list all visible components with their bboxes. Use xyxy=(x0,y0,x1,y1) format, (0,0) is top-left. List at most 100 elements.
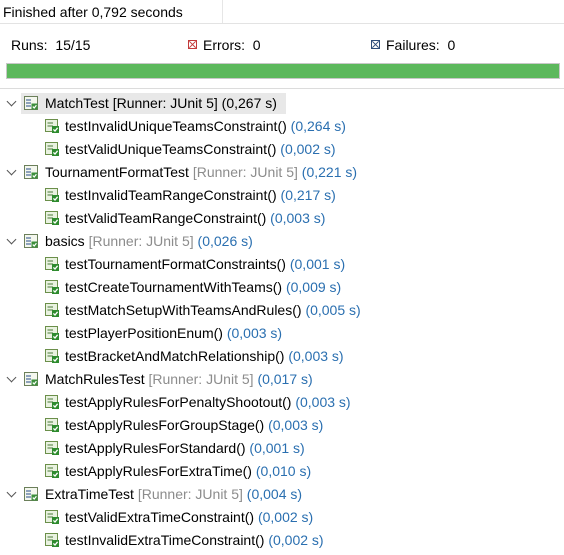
tree-test-row[interactable]: testInvalidTeamRangeConstraint() (0,217 … xyxy=(0,184,564,207)
tree-test-row[interactable]: testCreateTournamentWithTeams() (0,009 s… xyxy=(0,276,564,299)
test-passed-icon xyxy=(44,509,60,525)
progress-fill xyxy=(7,64,559,78)
tree-test-row[interactable]: testApplyRulesForStandard() (0,001 s) xyxy=(0,437,564,460)
test-label: testApplyRulesForExtraTime() (0,010 s) xyxy=(65,460,311,483)
test-time: (0,003 s) xyxy=(268,417,324,433)
suite-runner: [Runner: JUnit 5] xyxy=(192,164,298,180)
failure-icon xyxy=(371,40,380,49)
test-suite-passed-icon xyxy=(23,95,39,111)
test-suite-passed-icon xyxy=(23,486,39,502)
errors-counter: Errors: 0 xyxy=(188,35,261,55)
test-name: testTournamentFormatConstraints() xyxy=(65,256,286,272)
suite-name: basics xyxy=(45,233,85,249)
chevron-down-icon[interactable] xyxy=(5,161,17,184)
chevron-down-icon[interactable] xyxy=(5,483,17,506)
suite-runner: [Runner: JUnit 5] xyxy=(112,95,218,111)
chevron-down-icon[interactable] xyxy=(5,92,17,115)
suite-time: (0,026 s) xyxy=(197,233,253,249)
tree-test-row[interactable]: testValidTeamRangeConstraint() (0,003 s) xyxy=(0,207,564,230)
test-time: (0,005 s) xyxy=(305,302,361,318)
suite-runner: [Runner: JUnit 5] xyxy=(148,371,254,387)
test-passed-icon xyxy=(44,187,60,203)
tree-test-row[interactable]: testMatchSetupWithTeamsAndRules() (0,005… xyxy=(0,299,564,322)
tree-test-row[interactable]: testValidExtraTimeConstraint() (0,002 s) xyxy=(0,506,564,529)
chevron-down-icon[interactable] xyxy=(5,368,17,391)
test-passed-icon xyxy=(44,279,60,295)
test-time: (0,003 s) xyxy=(270,210,326,226)
test-label: testApplyRulesForGroupStage() (0,003 s) xyxy=(65,414,323,437)
test-passed-icon xyxy=(44,302,60,318)
test-suite-passed-icon xyxy=(23,164,39,180)
test-time: (0,001 s) xyxy=(249,440,305,456)
finished-message: Finished after 0,792 seconds xyxy=(3,4,183,20)
test-passed-icon xyxy=(44,348,60,364)
suite-name: MatchRulesTest xyxy=(45,371,145,387)
test-passed-icon xyxy=(44,463,60,479)
test-time: (0,009 s) xyxy=(285,279,342,295)
tree-suite-row[interactable]: basics [Runner: JUnit 5] (0,026 s) xyxy=(0,230,564,253)
test-name: testInvalidTeamRangeConstraint() xyxy=(65,187,277,203)
tree-test-row[interactable]: testTournamentFormatConstraints() (0,001… xyxy=(0,253,564,276)
test-passed-icon xyxy=(44,118,60,134)
test-tree[interactable]: MatchTest [Runner: JUnit 5] (0,267 s) tes… xyxy=(0,92,564,552)
tree-test-row[interactable]: testBracketAndMatchRelationship() (0,003… xyxy=(0,345,564,368)
counter-panel: Runs: 15/15 Errors: 0 Failures: 0 xyxy=(0,35,564,55)
errors-label: Errors: xyxy=(203,37,245,53)
test-passed-icon xyxy=(44,210,60,226)
test-passed-icon xyxy=(44,256,60,272)
test-label: testTournamentFormatConstraints() (0,001… xyxy=(65,253,345,276)
failures-counter: Failures: 0 xyxy=(371,35,455,55)
chevron-glyph xyxy=(6,165,16,176)
test-label: testCreateTournamentWithTeams() (0,009 s… xyxy=(65,276,341,299)
test-name: testApplyRulesForPenaltyShootout() xyxy=(65,394,292,410)
test-label: testPlayerPositionEnum() (0,003 s) xyxy=(65,322,282,345)
tree-test-row[interactable]: testValidUniqueTeamsConstraint() (0,002 … xyxy=(0,138,564,161)
test-label: testInvalidExtraTimeConstraint() (0,002 … xyxy=(65,529,324,552)
test-name: testCreateTournamentWithTeams() xyxy=(65,279,283,295)
test-time: (0,264 s) xyxy=(290,118,346,134)
chevron-glyph xyxy=(6,372,16,383)
suite-time: (0,004 s) xyxy=(246,486,303,502)
test-name: testApplyRulesForStandard() xyxy=(65,440,246,456)
tree-test-row[interactable]: testPlayerPositionEnum() (0,003 s) xyxy=(0,322,564,345)
test-label: testMatchSetupWithTeamsAndRules() (0,005… xyxy=(65,299,361,322)
tree-suite-row[interactable]: TournamentFormatTest [Runner: JUnit 5] (… xyxy=(0,161,564,184)
test-name: testValidUniqueTeamsConstraint() xyxy=(65,141,277,157)
failures-value: 0 xyxy=(447,37,456,53)
suite-runner: [Runner: JUnit 5] xyxy=(137,486,243,502)
tree-test-row[interactable]: testApplyRulesForPenaltyShootout() (0,00… xyxy=(0,391,564,414)
suite-label: MatchTest [Runner: JUnit 5] (0,267 s) xyxy=(45,92,277,115)
test-name: testValidExtraTimeConstraint() xyxy=(65,509,255,525)
test-time: (0,001 s) xyxy=(289,256,346,272)
suite-label: basics [Runner: JUnit 5] (0,026 s) xyxy=(45,230,253,253)
tree-suite-row[interactable]: ExtraTimeTest [Runner: JUnit 5] (0,004 s… xyxy=(0,483,564,506)
test-time: (0,002 s) xyxy=(280,141,336,157)
test-name: testValidTeamRangeConstraint() xyxy=(65,210,267,226)
tree-test-row[interactable]: testApplyRulesForGroupStage() (0,003 s) xyxy=(0,414,564,437)
suite-time: (0,267 s) xyxy=(221,95,277,111)
test-label: testInvalidUniqueTeamsConstraint() (0,26… xyxy=(65,115,346,138)
runs-value: 15/15 xyxy=(55,37,91,53)
test-label: testInvalidTeamRangeConstraint() (0,217 … xyxy=(65,184,336,207)
test-label: testValidTeamRangeConstraint() (0,003 s) xyxy=(65,207,325,230)
tree-test-row[interactable]: testInvalidExtraTimeConstraint() (0,002 … xyxy=(0,529,564,552)
chevron-glyph xyxy=(6,487,16,498)
suite-label: ExtraTimeTest [Runner: JUnit 5] (0,004 s… xyxy=(45,483,302,506)
tree-test-row[interactable]: testApplyRulesForExtraTime() (0,010 s) xyxy=(0,460,564,483)
test-label: testApplyRulesForPenaltyShootout() (0,00… xyxy=(65,391,351,414)
divider xyxy=(0,88,564,89)
tree-suite-row[interactable]: MatchRulesTest [Runner: JUnit 5] (0,017 … xyxy=(0,368,564,391)
test-time: (0,010 s) xyxy=(255,463,312,479)
test-passed-icon xyxy=(44,417,60,433)
errors-value: 0 xyxy=(252,37,261,53)
tree-test-row[interactable]: testInvalidUniqueTeamsConstraint() (0,26… xyxy=(0,115,564,138)
test-name: testMatchSetupWithTeamsAndRules() xyxy=(65,302,302,318)
test-time: (0,002 s) xyxy=(257,509,314,525)
test-label: testValidUniqueTeamsConstraint() (0,002 … xyxy=(65,138,336,161)
tree-suite-row[interactable]: MatchTest [Runner: JUnit 5] (0,267 s) xyxy=(0,92,564,115)
suite-label: MatchRulesTest [Runner: JUnit 5] (0,017 … xyxy=(45,368,313,391)
test-name: testBracketAndMatchRelationship() xyxy=(65,348,285,364)
chevron-down-icon[interactable] xyxy=(5,230,17,253)
test-passed-icon xyxy=(44,532,60,548)
test-name: testApplyRulesForGroupStage() xyxy=(65,417,265,433)
